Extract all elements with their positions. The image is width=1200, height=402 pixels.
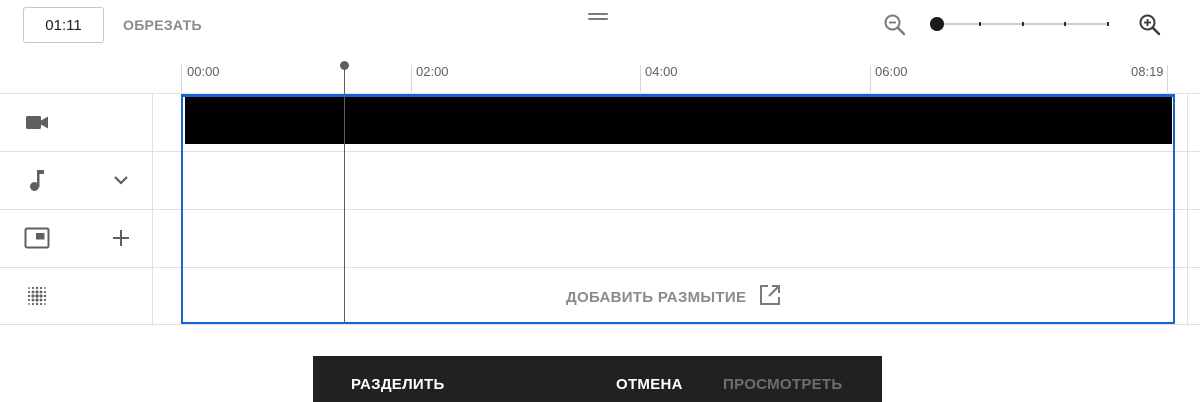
ruler-label: 06:00 bbox=[875, 64, 908, 79]
ruler-tick bbox=[411, 65, 412, 92]
drag-handle-icon[interactable] bbox=[588, 13, 608, 23]
timeline-ruler[interactable]: 00:00 02:00 04:00 06:00 08:19 bbox=[181, 56, 1175, 94]
plus-icon[interactable] bbox=[109, 226, 133, 250]
zoom-out-icon[interactable] bbox=[882, 12, 908, 38]
add-blur-label: ДОБАВИТЬ РАЗМЫТИЕ bbox=[566, 288, 747, 306]
trim-button[interactable]: ОБРЕЗАТЬ bbox=[123, 17, 202, 33]
videocam-icon bbox=[24, 109, 50, 135]
music-note-icon bbox=[24, 167, 50, 193]
ruler-label: 04:00 bbox=[645, 64, 678, 79]
ruler-tick bbox=[640, 65, 641, 92]
ruler-label: 02:00 bbox=[416, 64, 449, 79]
chevron-down-icon[interactable] bbox=[109, 168, 133, 192]
preview-button[interactable]: ПРОСМОТРЕТЬ bbox=[723, 376, 842, 393]
zoom-slider-track[interactable] bbox=[937, 22, 1109, 26]
zoom-slider-thumb[interactable] bbox=[930, 17, 944, 31]
ruler-label: 08:19 bbox=[1131, 64, 1164, 79]
zoom-in-icon[interactable] bbox=[1137, 12, 1163, 38]
current-time-field[interactable]: 01:11 bbox=[23, 7, 104, 43]
add-blur-button[interactable]: ДОБАВИТЬ РАЗМЫТИЕ bbox=[566, 285, 782, 309]
open-in-new-icon bbox=[758, 283, 782, 311]
track-header-divider bbox=[152, 94, 153, 325]
cancel-button[interactable]: ОТМЕНА bbox=[616, 376, 683, 393]
picture-in-picture-icon bbox=[24, 225, 50, 251]
blur-icon bbox=[24, 283, 50, 309]
playhead-handle[interactable] bbox=[340, 61, 349, 70]
timeline-end-divider bbox=[1187, 94, 1188, 325]
ruler-tick bbox=[181, 65, 182, 92]
split-button[interactable]: РАЗДЕЛИТЬ bbox=[351, 376, 445, 393]
playhead-line[interactable] bbox=[344, 66, 345, 324]
ruler-tick bbox=[1167, 65, 1168, 92]
ruler-tick bbox=[870, 65, 871, 92]
edit-action-bar: РАЗДЕЛИТЬ ОТМЕНА ПРОСМОТРЕТЬ bbox=[313, 356, 882, 402]
ruler-label: 00:00 bbox=[187, 64, 220, 79]
track-divider bbox=[0, 324, 1200, 325]
